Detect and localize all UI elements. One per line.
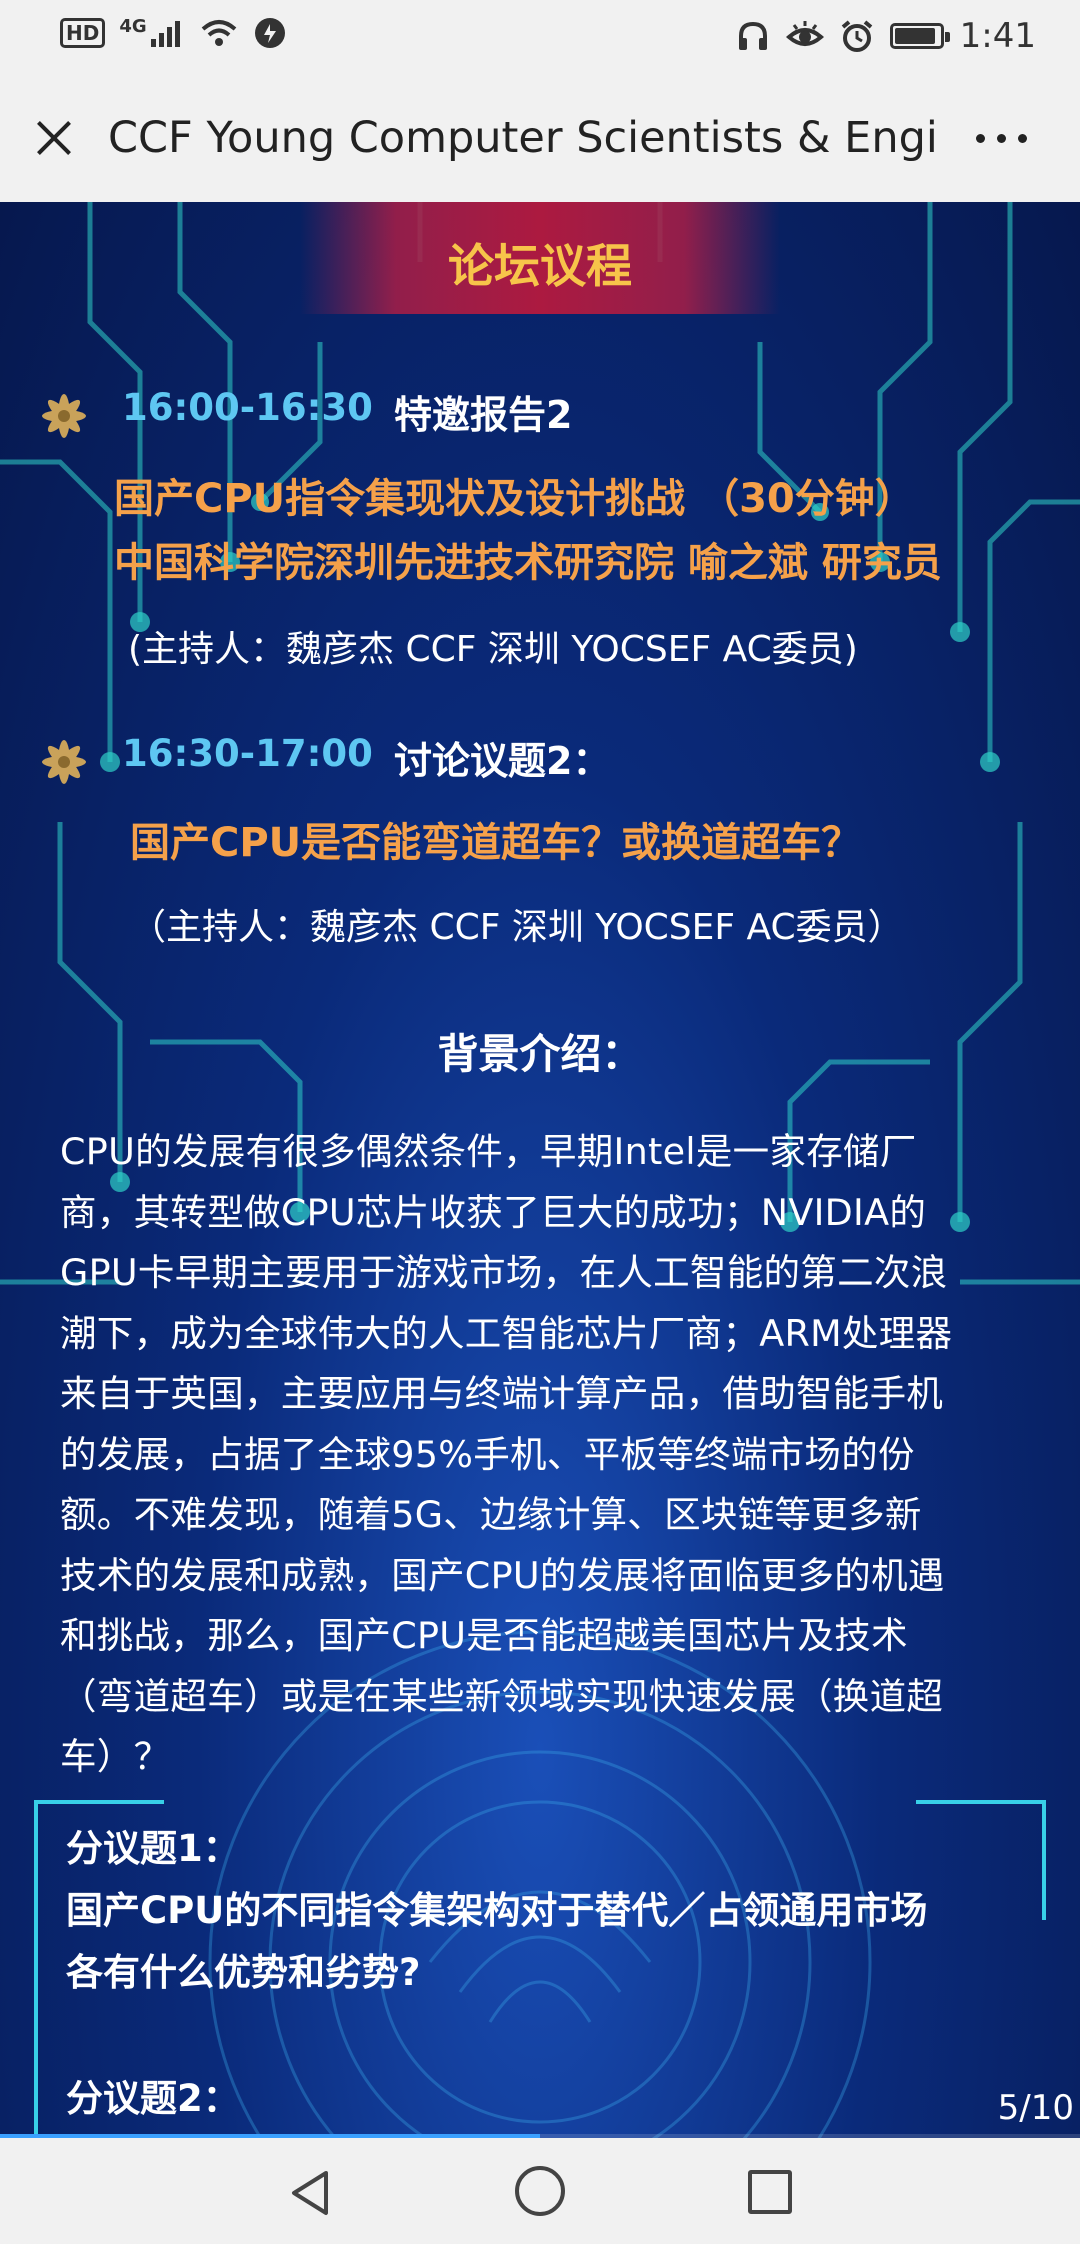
paragraph-line: GPU卡早期主要用于游戏市场，在人工智能的第二次浪 xyxy=(60,1251,948,1294)
wifi-icon xyxy=(201,20,236,46)
headphones-icon xyxy=(738,21,767,50)
sub-topic-title: 分议题2： xyxy=(66,2077,240,2120)
paragraph-line: 来自于英国，主要应用与终端计算产品，借助智能手机 xyxy=(60,1372,944,1415)
battery-fill xyxy=(894,28,936,44)
back-icon[interactable] xyxy=(286,2168,336,2218)
network-type: 4G xyxy=(119,15,147,37)
sub-topic-1: 分议题1： 国产CPU的不同指令集架构对于替代／占领通用市场 各有什么优势和劣势… xyxy=(66,1818,1026,2004)
session-line: 国产CPU是否能弯道超车？或换道超车？ xyxy=(130,820,862,866)
more-icon[interactable] xyxy=(976,126,1036,150)
paragraph-line: CPU的发展有很多偶然条件，早期Intel是一家存储厂 xyxy=(60,1130,917,1173)
alarm-icon xyxy=(841,20,872,52)
section-header: 论坛议程 xyxy=(448,239,632,293)
status-bar: HD 4G 1:41 xyxy=(0,0,1080,72)
eye-comfort-icon xyxy=(785,21,824,46)
paragraph-line: 潮下，成为全球伟大的人工智能芯片厂商；ARM处理器 xyxy=(60,1311,953,1355)
sub-topic-title: 分议题1： xyxy=(66,1827,240,1870)
paragraph-line: 技术的发展和成熟，国产CPU的发展将面临更多的机遇 xyxy=(60,1553,945,1597)
article-content[interactable]: 论坛议程 16:00-16:30 特邀报告2 国产CPU指令集现状及设计挑战 （… xyxy=(0,202,1080,2138)
paragraph-line: （弯道超车）或是在某些新领域实现快速发展（换道超 xyxy=(60,1674,944,1718)
flower-icon xyxy=(42,740,86,784)
bracket-decoration xyxy=(34,1800,38,2138)
bracket-decoration xyxy=(34,1800,164,1804)
recent-apps-icon[interactable] xyxy=(748,2170,792,2214)
session-time: 16:30-17:00 xyxy=(122,732,373,775)
home-icon[interactable] xyxy=(515,2166,565,2216)
session-line: 中国科学院深圳先进技术研究院 喻之斌 研究员 xyxy=(114,540,942,586)
battery-icon xyxy=(889,23,950,49)
background-paragraph: CPU的发展有很多偶然条件，早期Intel是一家存储厂 商，其转型做CPU芯片收… xyxy=(60,1122,1050,1788)
page-indicator: 5/10 xyxy=(997,2088,1074,2128)
paragraph-line: 商，其转型做CPU芯片收获了巨大的成功；NVIDIA的 xyxy=(60,1190,927,1234)
sub-topic-line: 国产CPU的不同指令集架构对于替代／占领通用市场 xyxy=(66,1889,928,1932)
session-host: （主持人：魏彦杰 CCF 深圳 YOCSEF AC委员） xyxy=(130,907,904,948)
paragraph-line: 和挑战，那么，国产CPU是否能超越美国芯片及技术 xyxy=(60,1614,908,1657)
session-host: (主持人：魏彦杰 CCF 深圳 YOCSEF AC委员) xyxy=(128,629,858,670)
paragraph-line: 车）？ xyxy=(60,1735,171,1778)
signal-icon xyxy=(150,21,180,47)
session-line: 国产CPU指令集现状及设计挑战 （30分钟） xyxy=(114,476,915,522)
navigation-bar xyxy=(0,2138,1080,2244)
session-label: 讨论议题2： xyxy=(394,739,611,783)
sub-topic-2: 分议题2： xyxy=(66,2068,1026,2130)
status-time: 1:41 xyxy=(959,16,1036,56)
status-left: HD 4G xyxy=(60,16,287,50)
status-right: 1:41 xyxy=(736,12,1036,60)
title-bar: CCF Young Computer Scientists & Engi... xyxy=(0,72,1080,202)
background-heading: 背景介绍： xyxy=(437,1030,643,1078)
hd-icon: HD xyxy=(60,18,106,48)
session-time: 16:00-16:30 xyxy=(122,386,373,429)
bracket-decoration xyxy=(1042,1800,1046,1920)
paragraph-line: 额。不难发现，随着5G、边缘计算、区块链等更多新 xyxy=(60,1493,922,1536)
close-icon[interactable] xyxy=(30,114,78,162)
paragraph-line: 的发展，占据了全球95%手机、平板等终端市场的份 xyxy=(60,1432,915,1476)
sub-topic-line: 各有什么优势和劣势? xyxy=(66,1951,421,1994)
data-saver-icon xyxy=(254,18,285,48)
bracket-decoration xyxy=(916,1800,1046,1804)
flower-icon xyxy=(42,394,86,438)
page-title: CCF Young Computer Scientists & Engi... xyxy=(108,113,938,163)
session-label: 特邀报告2 xyxy=(394,393,573,437)
